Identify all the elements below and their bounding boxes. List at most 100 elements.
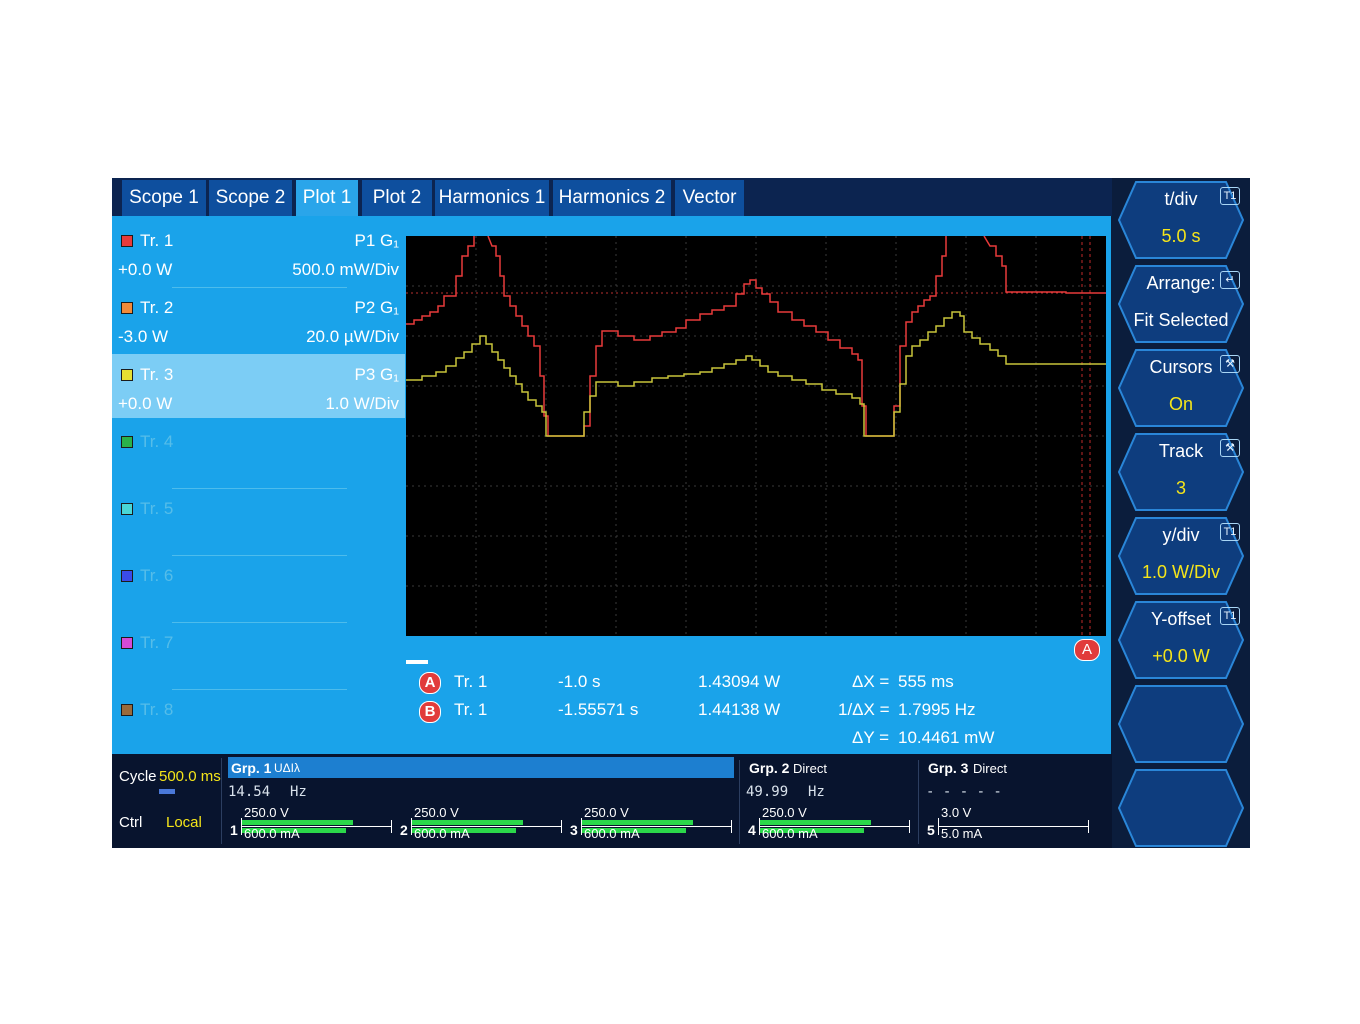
softkey-value: 5.0 s	[1161, 226, 1201, 246]
trace-color-swatch	[121, 302, 133, 314]
softkey-y-offset[interactable]: Y-offset +0.0 W T1	[1118, 601, 1244, 679]
group-1-mode: UΔIλ	[274, 761, 301, 775]
voltage-level-bar	[242, 820, 353, 825]
channel-number: 1	[230, 822, 238, 838]
tab-vector[interactable]: Vector	[675, 180, 744, 216]
plot-scroll-indicator[interactable]	[406, 660, 428, 664]
cursor-a-trace: Tr. 1	[454, 672, 488, 691]
voltage-range: 250.0 V	[244, 805, 289, 820]
trace-item-8[interactable]: Tr. 8	[112, 689, 405, 753]
instrument-screen: Scope 1 Scope 2 Plot 1 Plot 2 Harmonics …	[112, 178, 1250, 848]
channel-number: 2	[400, 822, 408, 838]
trace-scale: 1.0 W/Div	[325, 394, 399, 413]
bar-end-tick	[391, 820, 392, 833]
cursor-a-marker[interactable]: A	[1074, 639, 1100, 661]
voltage-level-bar	[760, 820, 871, 825]
trace-source: P1 G₁	[354, 231, 399, 250]
trace-source: P2 G₁	[354, 298, 399, 317]
t1-icon: T1	[1220, 607, 1240, 625]
tab-plot-2[interactable]: Plot 2	[362, 180, 432, 216]
trace-name: Tr. 7	[140, 633, 174, 652]
softkey-empty-1[interactable]	[1118, 685, 1244, 763]
divider	[221, 758, 222, 844]
ctrl-value[interactable]: Local	[166, 814, 202, 831]
tab-harmonics-2[interactable]: Harmonics 2	[553, 180, 671, 216]
softkey-arrange[interactable]: Arrange: Fit Selected ↵	[1118, 265, 1244, 343]
delta-x-value: 555 ms	[898, 672, 954, 691]
bar-end-tick	[731, 820, 732, 833]
cursor-b-time: -1.55571 s	[558, 700, 639, 719]
group-2-mode: Direct	[793, 761, 827, 776]
softkey-value: +0.0 W	[1152, 646, 1210, 666]
group-2-unit: Hz	[808, 784, 825, 800]
channel-5-bar[interactable]: 5 3.0 V 5.0 mA	[927, 805, 1091, 844]
trace-color-swatch	[121, 637, 133, 649]
softkey-t-div[interactable]: t/div 5.0 s T1	[1118, 181, 1244, 259]
cycle-indicator	[159, 789, 175, 794]
bar-end-tick	[909, 820, 910, 833]
trace-name: Tr. 2	[140, 298, 174, 317]
trace-item-2[interactable]: Tr. 2 P2 G₁ -3.0 W 20.0 µW/Div	[112, 287, 405, 351]
cursor-b-value: 1.44138 W	[698, 700, 781, 719]
current-range: 600.0 mA	[244, 826, 300, 841]
voltage-range: 3.0 V	[941, 805, 972, 820]
trace-item-5[interactable]: Tr. 5	[112, 488, 405, 552]
waveform-plot[interactable]	[406, 236, 1106, 636]
tab-plot-1[interactable]: Plot 1	[296, 180, 358, 216]
group-1-label: Grp. 1	[231, 760, 272, 776]
tools-icon: ⚒	[1220, 439, 1240, 457]
cycle-value[interactable]: 500.0 ms	[159, 768, 221, 785]
trace-offset: -3.0 W	[118, 327, 169, 346]
group-1-unit: Hz	[290, 784, 307, 800]
softkey-value: On	[1168, 394, 1193, 414]
trace-name: Tr. 1	[140, 231, 174, 250]
current-range: 5.0 mA	[941, 826, 983, 841]
trace-offset: +0.0 W	[118, 394, 173, 413]
trace-item-1[interactable]: Tr. 1 P1 G₁ +0.0 W 500.0 mW/Div	[112, 220, 405, 284]
softkey-y-div[interactable]: y/div 1.0 W/Div T1	[1118, 517, 1244, 595]
trace-name: Tr. 4	[140, 432, 174, 451]
enter-icon: ↵	[1220, 271, 1240, 289]
voltage-range: 250.0 V	[414, 805, 459, 820]
trace-item-3[interactable]: Tr. 3 P3 G₁ +0.0 W 1.0 W/Div	[112, 354, 405, 418]
softkey-cursors[interactable]: Cursors On ⚒	[1118, 349, 1244, 427]
softkey-value: 3	[1175, 478, 1186, 498]
group-1-header[interactable]	[228, 757, 734, 778]
voltage-range: 250.0 V	[762, 805, 807, 820]
trace-color-swatch	[121, 436, 133, 448]
waveform-svg	[406, 236, 1106, 636]
trace-source: P3 G₁	[354, 365, 399, 384]
trace-color-swatch	[121, 704, 133, 716]
channel-2-bar[interactable]: 2 250.0 V 600.0 mA	[400, 805, 564, 844]
trace-color-swatch	[121, 570, 133, 582]
plot-panel: Tr. 1 P1 G₁ +0.0 W 500.0 mW/Div Tr. 2 P2…	[112, 216, 1111, 754]
trace-item-7[interactable]: Tr. 7	[112, 622, 405, 686]
tab-scope-2[interactable]: Scope 2	[209, 180, 292, 216]
group-3-label: Grp. 3	[928, 760, 969, 776]
cursor-a-time: -1.0 s	[558, 672, 601, 691]
channel-1-bar[interactable]: 1 250.0 V 600.0 mA	[230, 805, 394, 844]
cycle-label: Cycle	[119, 768, 157, 785]
status-bar: Cycle 500.0 ms Ctrl Local Grp. 1 UΔIλ 1 4…	[112, 754, 1112, 848]
channel-3-bar[interactable]: 3 250.0 V 600.0 mA	[570, 805, 734, 844]
tab-harmonics-1[interactable]: Harmonics 1	[435, 180, 549, 216]
voltage-level-bar	[412, 820, 523, 825]
delta-x-label: ΔX =	[852, 672, 890, 691]
group-2-label: Grp. 2	[749, 760, 790, 776]
ctrl-label: Ctrl	[119, 814, 143, 831]
channel-4-bar[interactable]: 4 250.0 V 600.0 mA	[748, 805, 912, 844]
current-range: 600.0 mA	[584, 826, 640, 841]
softkey-value: Fit Selected	[1133, 310, 1229, 330]
trace-item-4[interactable]: Tr. 4	[112, 421, 405, 485]
inverse-delta-x-label: 1/ΔX =	[838, 700, 890, 719]
divider	[739, 760, 740, 844]
trace-item-6[interactable]: Tr. 6	[112, 555, 405, 619]
delta-y-value: 10.4461 mW	[898, 728, 995, 747]
trace-name: Tr. 5	[140, 499, 174, 518]
group-3-mode: Direct	[973, 761, 1007, 776]
trace-color-swatch	[121, 503, 133, 515]
softkey-track[interactable]: Track 3 ⚒	[1118, 433, 1244, 511]
softkey-empty-2[interactable]	[1118, 769, 1244, 847]
tab-scope-1[interactable]: Scope 1	[122, 180, 206, 216]
trace-color-swatch	[121, 369, 133, 381]
